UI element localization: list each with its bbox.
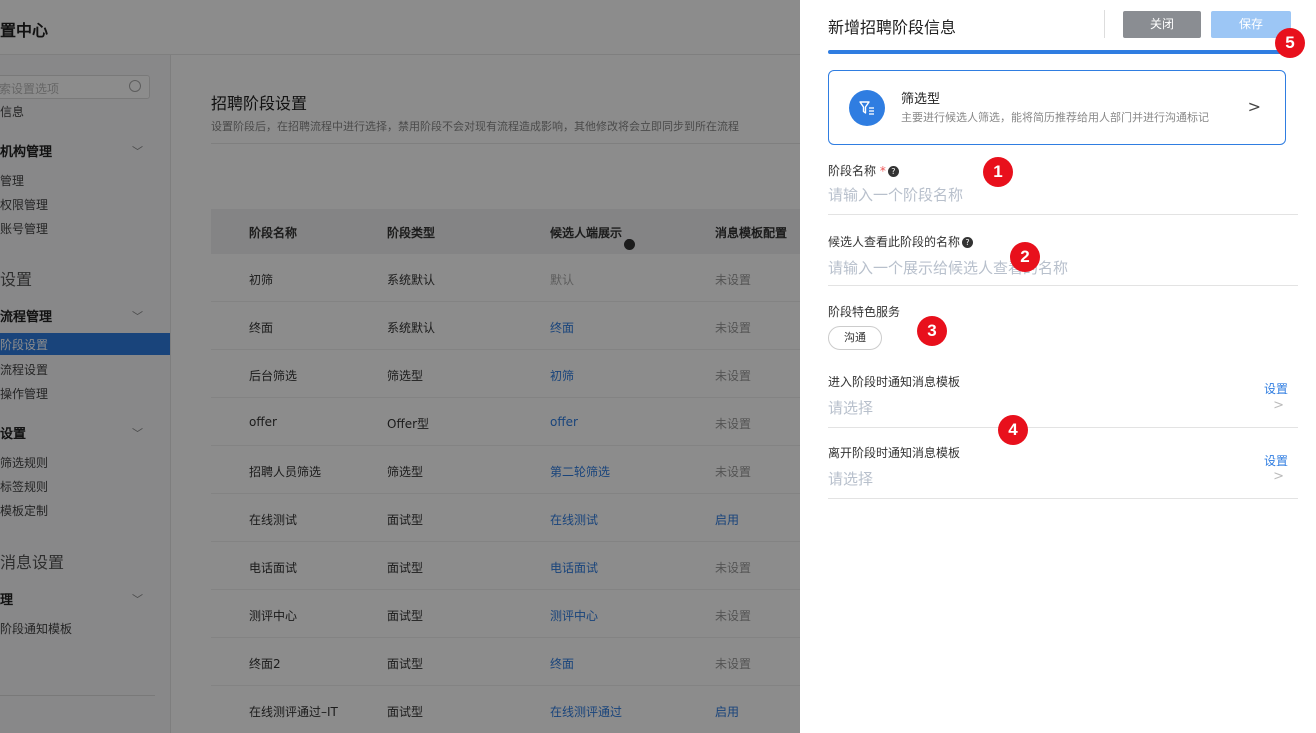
annotation-badge-2: 2 — [1010, 242, 1040, 272]
leave-template-field[interactable]: 离开阶段时通知消息模板 设置 请选择 > — [828, 443, 1298, 499]
stage-drawer: 新增招聘阶段信息 关闭 保存 筛选型 主要进行候选人筛选，能将简历推荐给用人部门… — [800, 0, 1316, 733]
filter-icon — [849, 90, 885, 126]
annotation-badge-1: 1 — [983, 157, 1013, 187]
services-label: 阶段特色服务 — [828, 305, 901, 319]
enter-template-select[interactable]: 请选择 — [828, 397, 873, 418]
progress-bar — [828, 50, 1296, 54]
enter-template-field[interactable]: 进入阶段时通知消息模板 设置 请选择 > — [828, 372, 1298, 428]
stage-name-label: 阶段名称 — [828, 164, 877, 178]
stage-name-input[interactable]: 请输入一个阶段名称 — [828, 184, 963, 205]
enter-template-settings-link[interactable]: 设置 — [1264, 380, 1288, 397]
annotation-badge-4: 4 — [998, 415, 1028, 445]
annotation-badge-3: 3 — [917, 316, 947, 346]
stage-type-card[interactable]: 筛选型 主要进行候选人筛选，能将简历推荐给用人部门并进行沟通标记 > — [828, 70, 1286, 145]
modal-overlay[interactable] — [0, 0, 800, 733]
chevron-right-icon: > — [1273, 398, 1284, 413]
divider — [1104, 10, 1105, 38]
candidate-name-label: 候选人查看此阶段的名称 — [828, 235, 961, 249]
service-tag-communicate[interactable]: 沟通 — [828, 326, 882, 350]
required-mark: * — [879, 164, 886, 178]
annotation-badge-5: 5 — [1275, 28, 1305, 58]
drawer-title: 新增招聘阶段信息 — [828, 18, 957, 37]
candidate-name-field[interactable]: 候选人查看此阶段的名称? 请输入一个展示给候选人查看的名称 — [828, 229, 1298, 286]
stage-type-name: 筛选型 — [901, 92, 941, 107]
help-icon[interactable]: ? — [962, 237, 974, 248]
chevron-right-icon: > — [1273, 469, 1284, 484]
close-button[interactable]: 关闭 — [1123, 11, 1201, 38]
field-label: 候选人查看此阶段的名称? — [828, 233, 974, 250]
enter-template-label: 进入阶段时通知消息模板 — [828, 375, 961, 389]
leave-template-settings-link[interactable]: 设置 — [1264, 452, 1288, 469]
stage-name-field[interactable]: 阶段名称 *? 请输入一个阶段名称 — [828, 158, 1298, 215]
leave-template-select[interactable]: 请选择 — [828, 468, 873, 489]
chevron-right-icon: > — [1247, 97, 1261, 116]
stage-type-description: 主要进行候选人筛选，能将简历推荐给用人部门并进行沟通标记 — [901, 111, 1209, 124]
field-label: 阶段名称 *? — [828, 162, 899, 179]
help-icon[interactable]: ? — [887, 166, 899, 177]
leave-template-label: 离开阶段时通知消息模板 — [828, 446, 961, 460]
